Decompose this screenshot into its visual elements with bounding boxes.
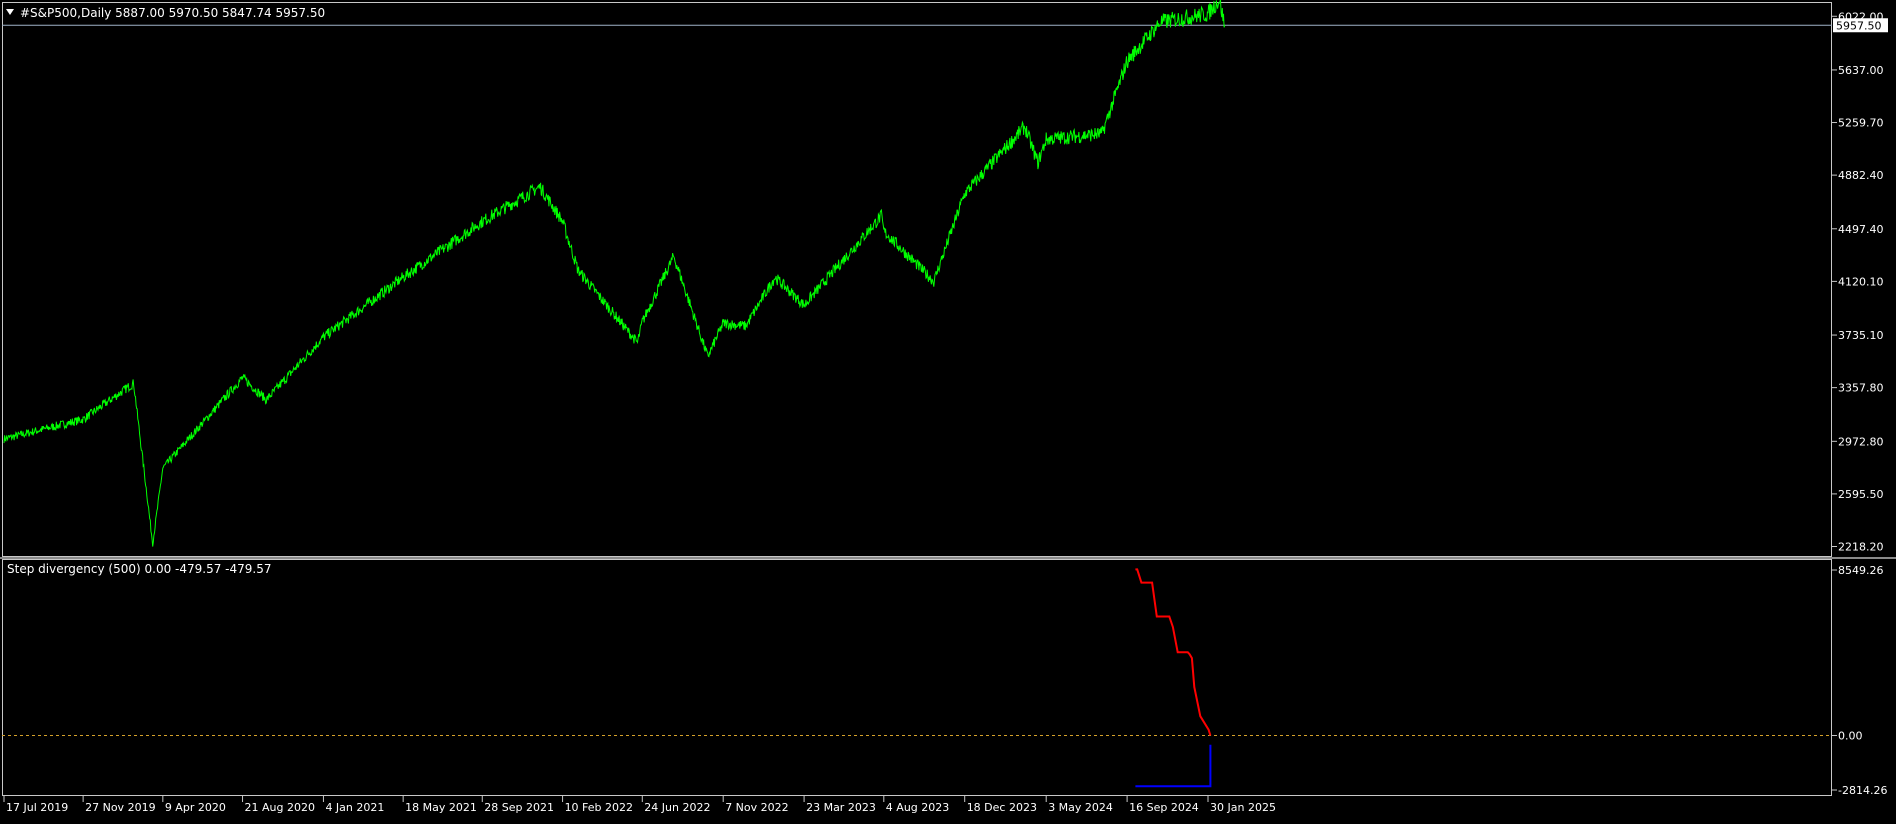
chart-canvas[interactable]: #S&P500,Daily 5887.00 5970.50 5847.74 59… [0, 0, 1896, 820]
indicator-tick-label: 8549.26 [1838, 564, 1884, 577]
price-tick-label: 2972.80 [1838, 435, 1884, 448]
time-tick-label: 9 Apr 2020 [165, 801, 226, 814]
price-tick-label: 5259.70 [1838, 117, 1884, 130]
chart-background [0, 0, 1896, 820]
pane-separator[interactable] [0, 557, 1896, 559]
price-tick-label: 5637.00 [1838, 64, 1884, 77]
price-tick-label: 3735.10 [1838, 329, 1884, 342]
price-tick-label: 4120.10 [1838, 275, 1884, 288]
time-tick-label: 7 Nov 2022 [725, 801, 788, 814]
price-tick-label: 4497.40 [1838, 223, 1884, 236]
indicator-header: Step divergency (500) 0.00 -479.57 -479.… [7, 562, 271, 576]
price-tick-label: 2218.20 [1838, 540, 1884, 553]
trading-chart-window[interactable]: #S&P500,Daily 5887.00 5970.50 5847.74 59… [0, 0, 1896, 820]
price-tick-label: 3357.80 [1838, 382, 1884, 395]
time-tick-label: 18 Dec 2023 [967, 801, 1037, 814]
time-tick-label: 17 Jul 2019 [6, 801, 68, 814]
time-tick-label: 4 Jan 2021 [325, 801, 384, 814]
time-tick-label: 21 Aug 2020 [245, 801, 315, 814]
time-tick-label: 16 Sep 2024 [1129, 801, 1199, 814]
time-tick-label: 10 Feb 2022 [565, 801, 633, 814]
price-tick-label: 4882.40 [1838, 169, 1884, 182]
time-tick-label: 4 Aug 2023 [886, 801, 949, 814]
time-tick-label: 28 Sep 2021 [484, 801, 554, 814]
indicator-tick-label: -2814.26 [1838, 784, 1887, 797]
indicator-tick-label: 0.00 [1838, 730, 1863, 743]
main-chart-header: #S&P500,Daily 5887.00 5970.50 5847.74 59… [20, 6, 325, 20]
time-tick-label: 27 Nov 2019 [85, 801, 155, 814]
time-tick-label: 3 May 2024 [1048, 801, 1113, 814]
current-price-tag: 5957.50 [1833, 18, 1888, 33]
time-tick-label: 23 Mar 2023 [806, 801, 876, 814]
time-tick-label: 24 Jun 2022 [644, 801, 710, 814]
time-tick-label: 30 Jan 2025 [1210, 801, 1276, 814]
time-tick-label: 18 May 2021 [405, 801, 477, 814]
current-price-label: 5957.50 [1836, 19, 1882, 32]
price-tick-label: 2595.50 [1838, 488, 1884, 501]
